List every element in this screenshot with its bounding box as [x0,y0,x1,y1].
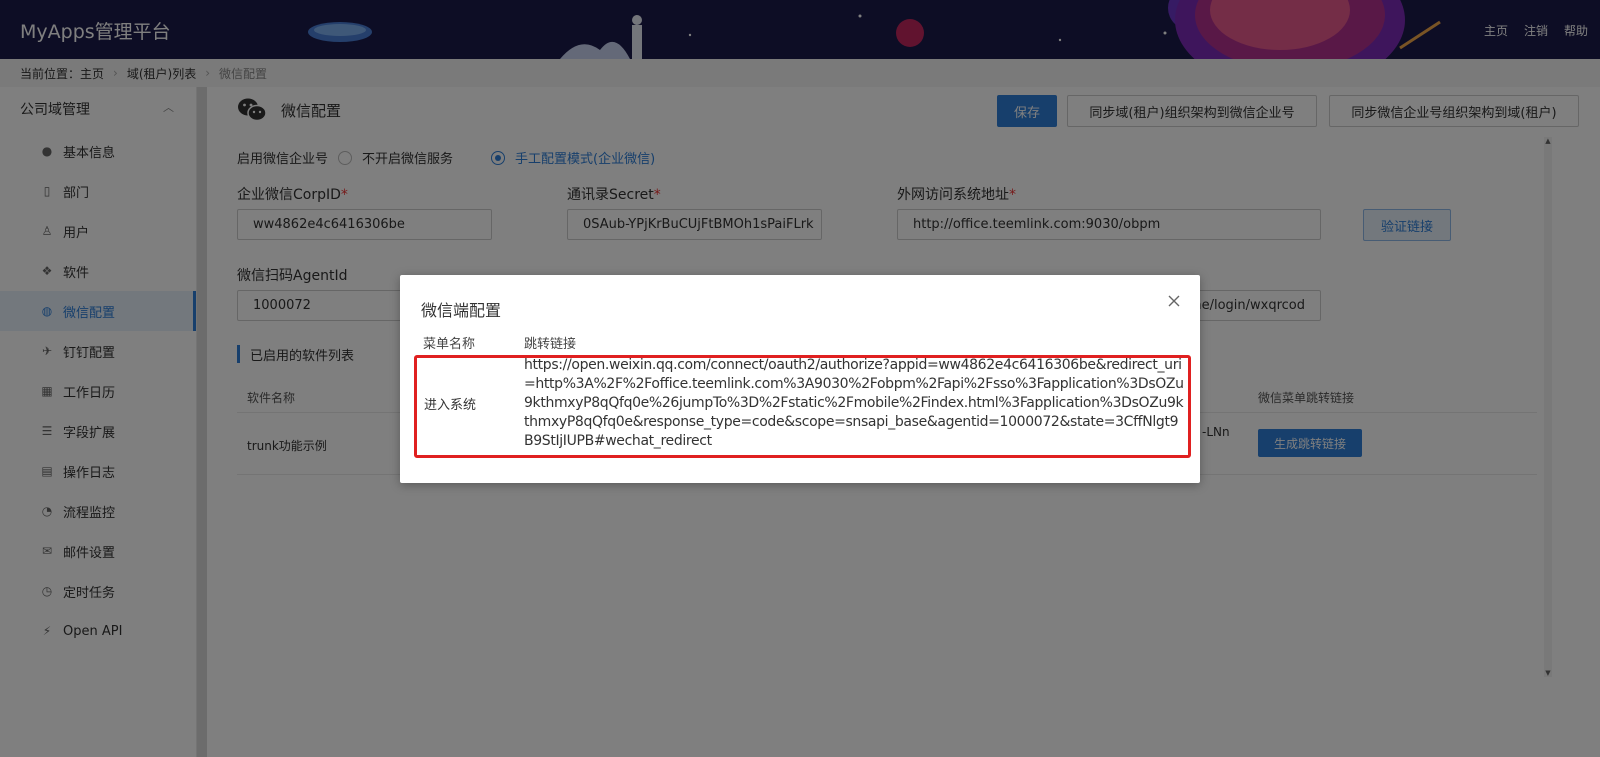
modal-title: 微信端配置 [421,301,502,320]
menu-row-name: 进入系统 [424,398,477,413]
col-menu-name: 菜单名称 [423,337,476,352]
wechat-config-modal: 微信端配置 菜单名称 跳转链接 进入系统 https://open.weixin… [400,275,1200,483]
menu-row-link[interactable]: https://open.weixin.qq.com/connect/oauth… [524,356,1184,451]
col-jump-link: 跳转链接 [524,337,577,352]
close-icon[interactable] [1166,293,1182,309]
